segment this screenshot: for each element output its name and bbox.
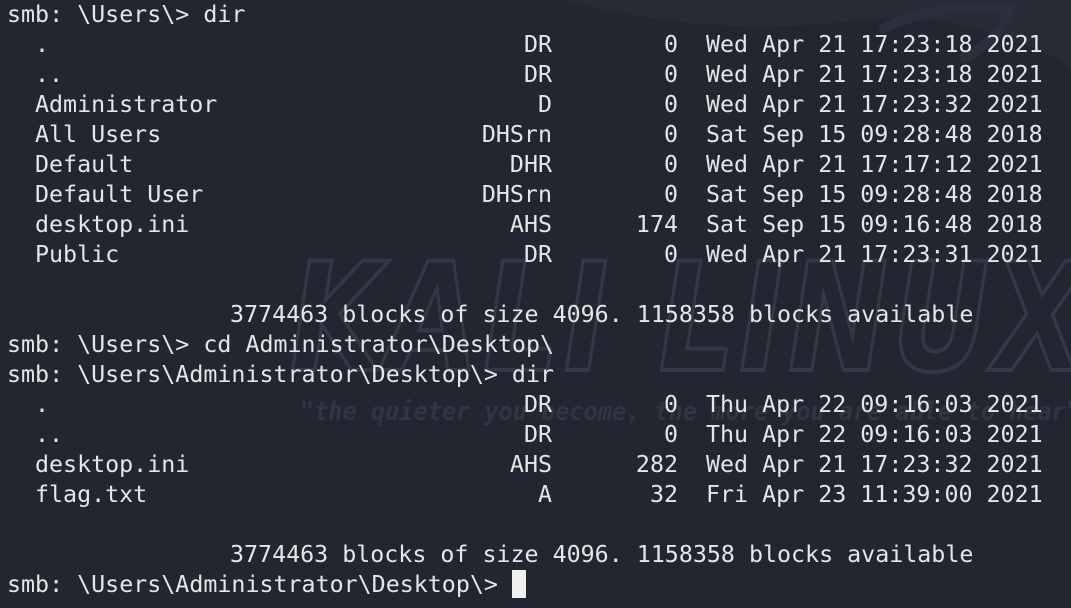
entry-size: 0 [663,241,678,268]
entry-size: 282 [635,451,678,478]
dir-entry-row: Default User DHSrn 0 Sat Sep 15 09:28:48 20… [7,180,1067,210]
entry-date: Wed Apr 21 17:23:18 2021 [706,31,1043,58]
blocks-summary: 3774463 blocks of size 4096. 1158358 blo… [230,541,974,568]
dir-entry-row: Default DHR 0 Wed Apr 21 17:17:12 2021 [7,150,1067,180]
dir-entry-row: desktop.ini AHS 282 Wed Apr 21 17:23:32 202… [7,450,1067,480]
entry-date: Thu Apr 22 09:16:03 2021 [706,421,1043,448]
prompt-line-active[interactable]: smb: \Users\Administrator\Desktop\> [7,570,526,600]
dir-entry-row: . DR 0 Wed Apr 21 17:23:18 2021 [7,30,1067,60]
entry-date: Wed Apr 21 17:17:12 2021 [706,151,1043,178]
prompt-line: smb: \Users\Administrator\Desktop\> dir [7,361,555,388]
entry-size: 0 [663,31,678,58]
entry-size: 32 [649,481,678,508]
blocks-summary: 3774463 blocks of size 4096. 1158358 blo… [230,301,974,328]
entry-date: Wed Apr 21 17:23:32 2021 [706,91,1043,118]
entry-date: Wed Apr 21 17:23:18 2021 [706,61,1043,88]
text-cursor[interactable] [511,570,526,598]
entry-date: Thu Apr 22 09:16:03 2021 [706,391,1043,418]
prompt-text: smb: \Users\Administrator\Desktop\> [7,571,512,598]
terminal-window[interactable]: KALI LINUX "the quieter you become, the … [0,0,1071,608]
entry-date: Wed Apr 21 17:23:31 2021 [706,241,1043,268]
entry-size: 0 [663,121,678,148]
dir-entry-row: All Users DHSrn 0 Sat Sep 15 09:28:48 2018 [7,120,1067,150]
prompt-line: smb: \Users\> cd Administrator\Desktop\ [7,331,555,358]
entry-date: Sat Sep 15 09:28:48 2018 [706,181,1043,208]
entry-size: 174 [635,211,678,238]
entry-date: Sat Sep 15 09:28:48 2018 [706,121,1043,148]
entry-size: 0 [663,391,678,418]
dir-entry-row: Public DR 0 Wed Apr 21 17:23:31 2021 [7,240,1067,270]
dir-entry-row: .. DR 0 Thu Apr 22 09:16:03 2021 [7,420,1067,450]
dir-entry-row: . DR 0 Thu Apr 22 09:16:03 2021 [7,390,1067,420]
entry-size: 0 [663,91,678,118]
entry-date: Wed Apr 21 17:23:32 2021 [706,451,1043,478]
entry-date: Fri Apr 23 11:39:00 2021 [706,481,1043,508]
entry-size: 0 [663,181,678,208]
entry-size: 0 [663,61,678,88]
entry-date: Sat Sep 15 09:16:48 2018 [706,211,1043,238]
entry-size: 0 [663,151,678,178]
dir-entry-row: desktop.ini AHS 174 Sat Sep 15 09:16:48 201… [7,210,1067,240]
entry-size: 0 [663,421,678,448]
dir-entry-row: Administrator D 0 Wed Apr 21 17:23:32 2021 [7,90,1067,120]
dir-entry-row: flag.txt A 32 Fri Apr 23 11:39:00 2021 [7,480,1067,510]
prompt-line: smb: \Users\> dir [7,1,246,28]
dir-entry-row: .. DR 0 Wed Apr 21 17:23:18 2021 [7,60,1067,90]
